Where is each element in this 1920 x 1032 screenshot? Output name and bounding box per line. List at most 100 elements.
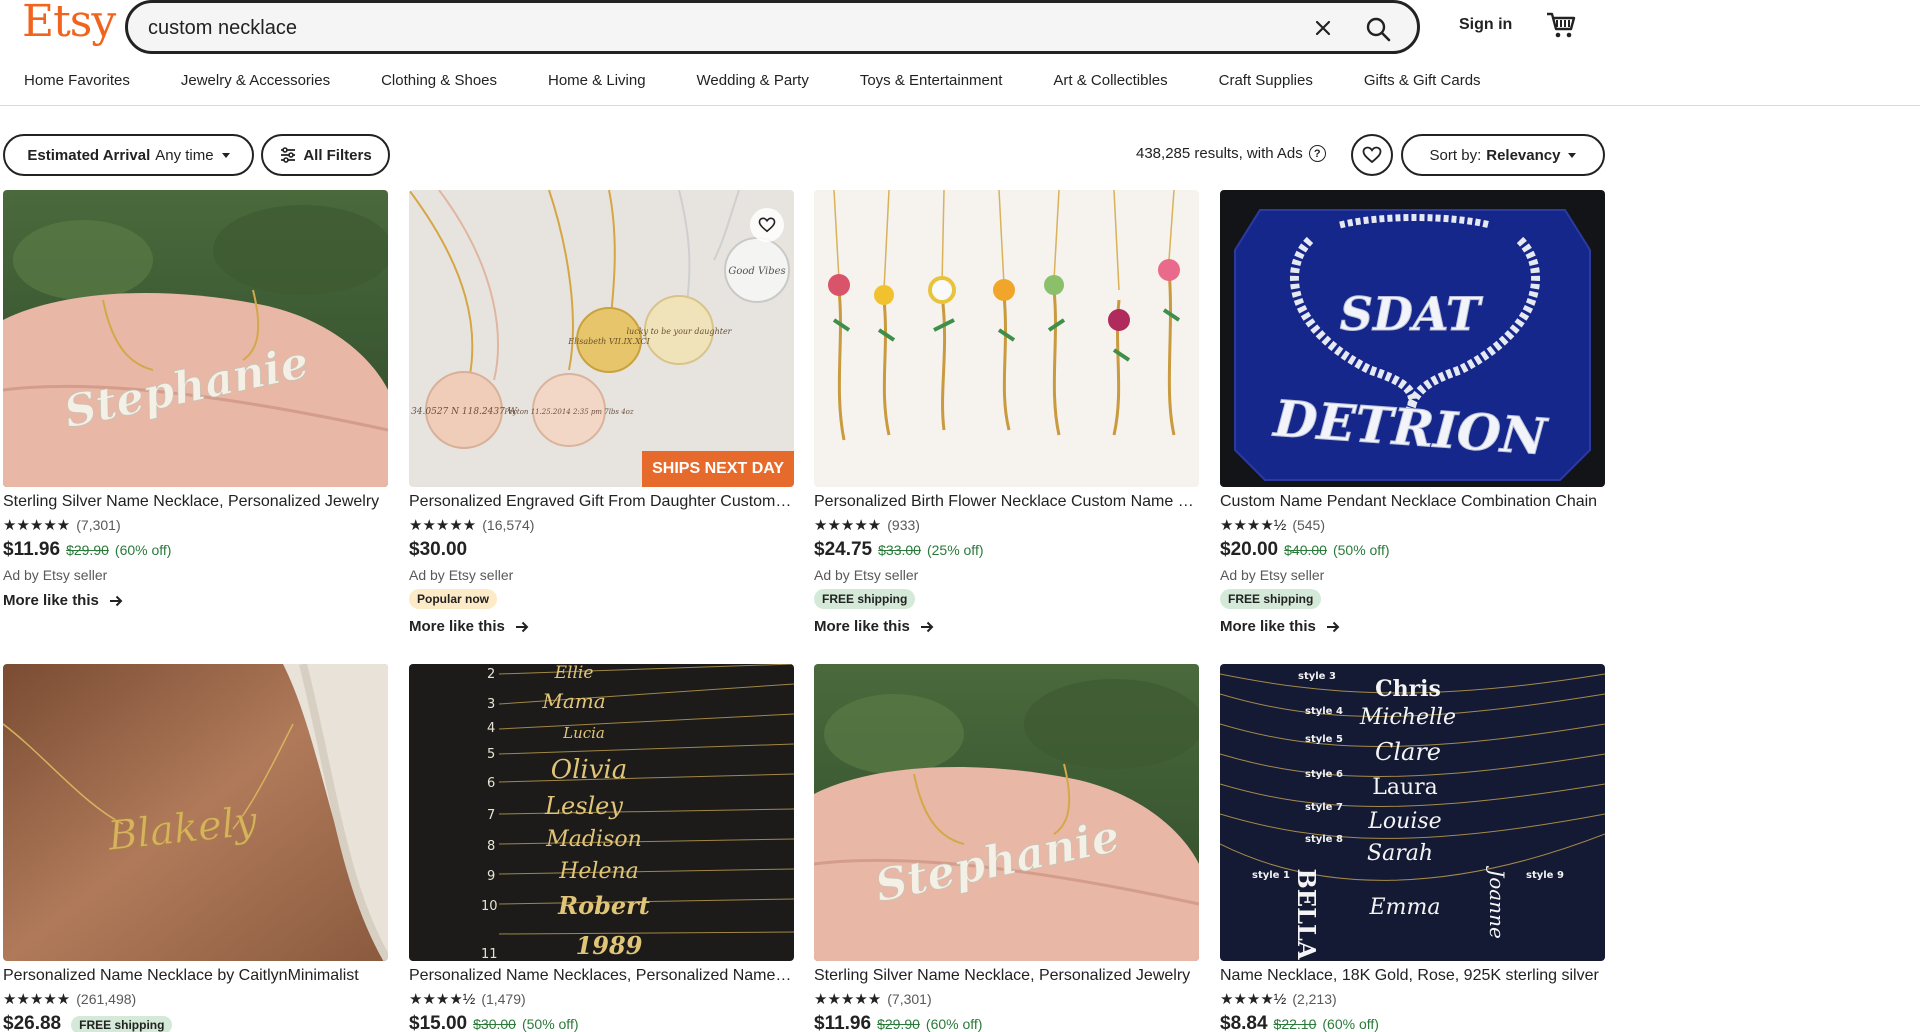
more-like-this-link[interactable]: More like this — [409, 618, 794, 635]
close-icon[interactable] — [1308, 13, 1338, 43]
svg-text:Michelle: Michelle — [1359, 705, 1456, 730]
sale-price: $11.96 — [814, 1013, 872, 1032]
original-price: $22.10 — [1273, 1016, 1317, 1032]
more-like-this-link[interactable]: More like this — [814, 618, 1199, 635]
search-input[interactable] — [148, 15, 1248, 41]
free-shipping-badge: FREE shipping — [1220, 589, 1322, 609]
save-search-heart-icon[interactable] — [1351, 134, 1393, 176]
help-icon[interactable]: ? — [1308, 145, 1326, 162]
listing-image[interactable]: Blakely — [3, 664, 388, 961]
star-rating-icon: ★★★★½ — [409, 991, 476, 1008]
category-link[interactable]: Gifts & Gift Cards — [1364, 72, 1481, 89]
arrow-right-icon — [515, 621, 529, 632]
svg-text:4: 4 — [487, 721, 495, 736]
listing-rating: ★★★★★ (7,301) — [814, 990, 1199, 1008]
svg-text:Peyton 11.25.2014 2:35 pm 7lbs: Peyton 11.25.2014 2:35 pm 7lbs 4oz — [503, 408, 634, 416]
svg-text:Helena: Helena — [558, 859, 639, 884]
svg-text:style 7: style 7 — [1305, 802, 1343, 813]
category-link[interactable]: Toys & Entertainment — [860, 72, 1003, 89]
svg-text:Robert: Robert — [557, 891, 650, 920]
original-price: $33.00 — [878, 542, 921, 558]
arrow-right-icon — [109, 595, 123, 606]
favorite-heart-icon[interactable] — [750, 208, 784, 242]
listing-title[interactable]: Sterling Silver Name Necklace, Personali… — [814, 967, 1199, 985]
listing-card[interactable]: 34.0527 N 118.2437 W Elisabeth VII.IX.XC… — [409, 190, 794, 635]
all-filters-button[interactable]: All Filters — [261, 134, 390, 176]
star-rating-icon: ★★★★½ — [1220, 517, 1287, 534]
svg-text:9: 9 — [487, 869, 495, 884]
listing-card[interactable]: SDAT DETRION Custom Name Pendant Necklac… — [1220, 190, 1605, 635]
listing-title[interactable]: Custom Name Pendant Necklace Combination… — [1220, 493, 1605, 511]
svg-text:10: 10 — [481, 899, 498, 914]
listing-title[interactable]: Personalized Engraved Gift From Daughter… — [409, 493, 794, 511]
listing-image[interactable]: Stephanie — [3, 190, 388, 487]
listing-title[interactable]: Personalized Name Necklaces, Personalize… — [409, 967, 794, 985]
listing-card[interactable]: Stephanie Sterling Silver Name Necklace,… — [814, 664, 1199, 1032]
category-link[interactable]: Craft Supplies — [1219, 72, 1313, 89]
star-rating-icon: ★★★★★ — [3, 991, 71, 1008]
category-link[interactable]: Art & Collectibles — [1053, 72, 1167, 89]
star-rating-icon: ★★★★½ — [1220, 991, 1287, 1008]
svg-text:Sarah: Sarah — [1367, 841, 1433, 866]
estimated-arrival-dropdown[interactable]: Estimated Arrival Any time — [3, 134, 254, 176]
sort-label: Sort by: — [1429, 146, 1482, 164]
listing-image[interactable]: 34.0527 N 118.2437 W Elisabeth VII.IX.XC… — [409, 190, 794, 487]
listing-card[interactable]: style 3 style 4 style 5 style 6 style 7 … — [1220, 664, 1605, 1032]
category-link[interactable]: Home Favorites — [24, 72, 130, 89]
discount-label: (60% off) — [925, 1016, 983, 1032]
svg-text:style 5: style 5 — [1305, 734, 1343, 745]
search-icon[interactable] — [1360, 11, 1396, 47]
free-shipping-badge: FREE shipping — [71, 1016, 173, 1032]
listing-card[interactable]: 2 3 4 5 6 7 8 9 10 11 Ellie Mama Lucia Olivia Les… — [409, 664, 794, 1032]
listing-image[interactable]: 2 3 4 5 6 7 8 9 10 11 Ellie Mama Lucia Olivia Les… — [409, 664, 794, 961]
listing-image[interactable] — [814, 190, 1199, 487]
svg-text:Joanne: Joanne — [1485, 865, 1509, 939]
sort-dropdown[interactable]: Sort by: Relevancy — [1401, 134, 1605, 176]
sale-price: $11.96 — [3, 539, 61, 560]
cart-icon[interactable] — [1545, 10, 1577, 40]
listing-title[interactable]: Personalized Name Necklace by CaitlynMin… — [3, 967, 388, 985]
listing-card[interactable]: Blakely Personalized Name Necklace by Ca… — [3, 664, 388, 1032]
results-count: 438,285 results, with Ads ? — [1136, 145, 1326, 162]
price-line: $8.84 $22.10 (60% off) — [1220, 1013, 1605, 1032]
category-link[interactable]: Clothing & Shoes — [381, 72, 497, 89]
price-line: $26.88 FREE shipping — [3, 1013, 388, 1032]
star-rating-icon: ★★★★★ — [409, 517, 477, 534]
etsy-logo[interactable]: Etsy — [22, 0, 116, 47]
listing-card[interactable]: Stephanie Sterling Silver Name Necklace,… — [3, 190, 388, 609]
search-bar[interactable] — [125, 0, 1420, 54]
more-like-this-link[interactable]: More like this — [3, 592, 388, 609]
listing-title[interactable]: Personalized Birth Flower Necklace Custo… — [814, 493, 1199, 511]
sale-price: $20.00 — [1220, 539, 1279, 560]
listing-title[interactable]: Sterling Silver Name Necklace, Personali… — [3, 493, 388, 511]
more-like-this-label: More like this — [814, 618, 910, 635]
category-link[interactable]: Wedding & Party — [697, 72, 809, 89]
svg-text:5: 5 — [487, 747, 495, 762]
more-like-this-link[interactable]: More like this — [1220, 618, 1605, 635]
listing-title[interactable]: Name Necklace, 18K Gold, Rose, 925K ster… — [1220, 967, 1605, 985]
all-filters-label: All Filters — [303, 146, 372, 164]
site-header: Etsy Sign in Home Favorites Jewelry & Ac… — [0, 0, 1920, 106]
price-line: $30.00 — [409, 539, 794, 561]
category-link[interactable]: Jewelry & Accessories — [181, 72, 330, 89]
svg-text:style 6: style 6 — [1305, 769, 1343, 780]
svg-text:style 1: style 1 — [1252, 870, 1290, 881]
sort-value: Relevancy — [1486, 146, 1561, 164]
listing-card[interactable]: Personalized Birth Flower Necklace Custo… — [814, 190, 1199, 635]
arrow-right-icon — [1326, 621, 1340, 632]
listing-image[interactable]: Stephanie — [814, 664, 1199, 961]
svg-text:Clare: Clare — [1375, 738, 1441, 766]
listing-image[interactable]: style 3 style 4 style 5 style 6 style 7 … — [1220, 664, 1605, 961]
results-text: 438,285 results, with Ads — [1136, 145, 1303, 162]
svg-text:Lucia: Lucia — [562, 724, 605, 742]
sale-price: $26.88 — [3, 1013, 62, 1032]
category-link[interactable]: Home & Living — [548, 72, 646, 89]
sign-in-link[interactable]: Sign in — [1459, 16, 1512, 34]
svg-text:style 8: style 8 — [1305, 834, 1343, 845]
svg-text:lucky to be your daughter: lucky to be your daughter — [626, 327, 732, 336]
listing-image[interactable]: SDAT DETRION — [1220, 190, 1605, 487]
discount-label: (25% off) — [926, 542, 984, 558]
star-rating-icon: ★★★★★ — [814, 517, 882, 534]
svg-text:1989: 1989 — [576, 931, 643, 960]
svg-text:Ellie: Ellie — [554, 664, 594, 683]
